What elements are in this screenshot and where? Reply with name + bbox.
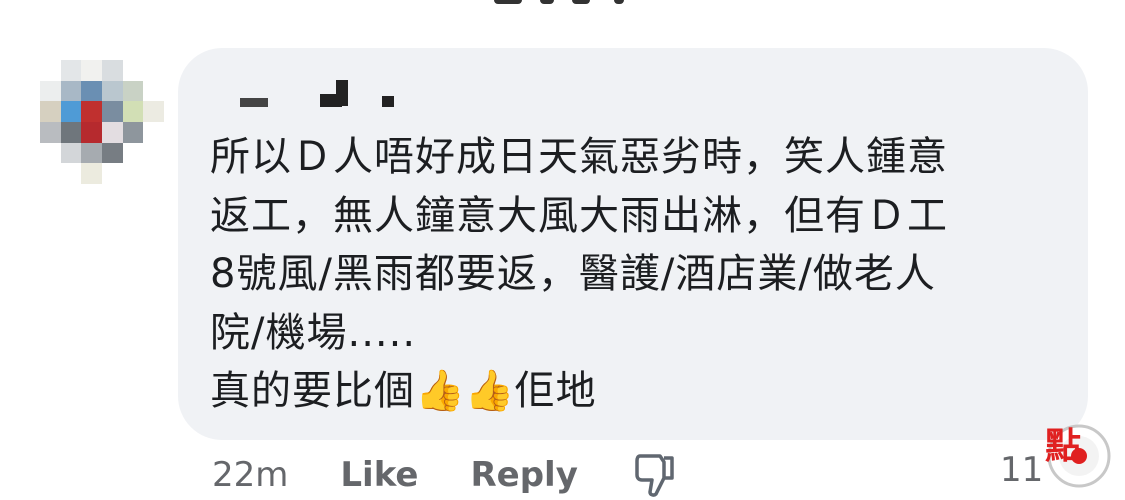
- comment-line: 院/機場.....: [210, 309, 417, 356]
- thumbs-down-icon[interactable]: [634, 452, 676, 498]
- comment-last-suffix: 佢地: [514, 368, 597, 414]
- like-button[interactable]: Like: [340, 455, 418, 495]
- comment-line-last: 真的要比個👍👍佢地: [210, 362, 1070, 421]
- commenter-name[interactable]: [232, 78, 412, 110]
- watermark-logo: 點: [1015, 410, 1125, 500]
- reply-button[interactable]: Reply: [470, 455, 577, 495]
- comment-line: 所以Ｄ人唔好成日天氣惡劣時，笑人鍾意: [210, 134, 948, 180]
- comment-line: 返工，無人鐘意大風大雨出淋，但有Ｄ工: [210, 192, 948, 239]
- comment-actions: 22m Like Reply: [212, 450, 676, 500]
- avatar[interactable]: [40, 60, 164, 184]
- comment-view: 所以Ｄ人唔好成日天氣惡劣時，笑人鍾意 返工，無人鐘意大風大雨出淋，但有Ｄ工 8號…: [0, 0, 1125, 500]
- comment-line: 8號風/黑雨都要返，醫護/酒店業/做老人: [210, 251, 936, 297]
- comment-text: 所以Ｄ人唔好成日天氣惡劣時，笑人鍾意 返工，無人鐘意大風大雨出淋，但有Ｄ工 8號…: [210, 128, 1070, 421]
- thumbs-up-emoji: 👍👍: [415, 368, 515, 414]
- comment-last-prefix: 真的要比個: [210, 368, 415, 414]
- watermark-glyph: 點: [1045, 426, 1081, 467]
- previous-comment-remnant: [490, 0, 640, 10]
- timestamp[interactable]: 22m: [212, 455, 288, 495]
